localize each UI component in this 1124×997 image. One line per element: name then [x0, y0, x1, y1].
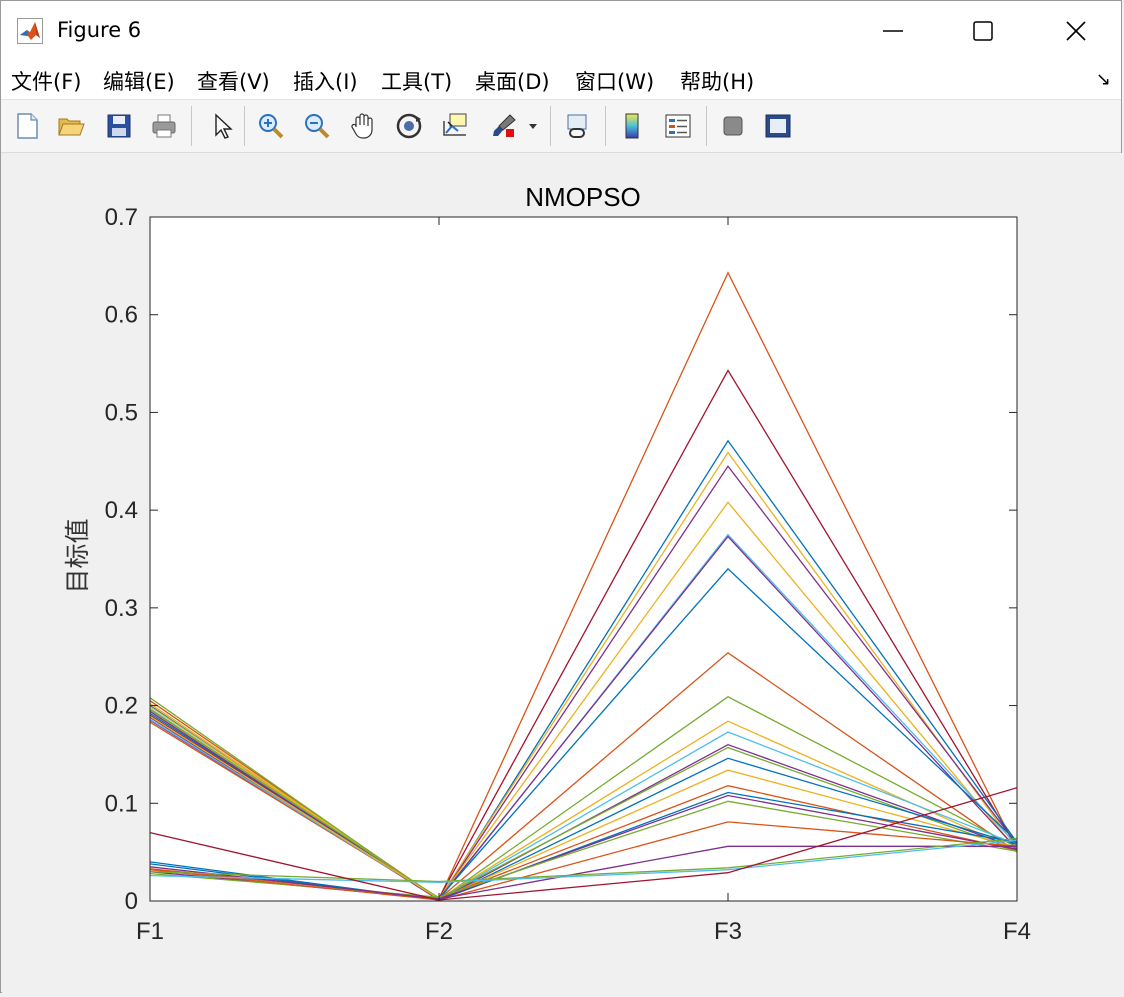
menu-view[interactable]: 查看(V)	[197, 66, 270, 96]
maximize-icon	[973, 21, 993, 41]
open-file-icon[interactable]	[53, 108, 89, 144]
window-title: Figure 6	[57, 18, 142, 42]
y-tick-label: 0	[125, 888, 138, 915]
close-icon	[1066, 21, 1086, 41]
toolbar-separator	[244, 106, 245, 146]
toolbar	[1, 100, 1121, 153]
zoom-in-icon[interactable]	[253, 108, 289, 144]
x-tick-label: F4	[1003, 918, 1031, 945]
data-cursor-icon[interactable]	[437, 108, 473, 144]
menu-help[interactable]: 帮助(H)	[680, 66, 754, 96]
y-tick-label: 0.3	[105, 595, 138, 622]
menu-desktop[interactable]: 桌面(D)	[475, 66, 550, 96]
toolbar-separator	[605, 106, 606, 146]
matlab-logo-icon	[17, 18, 43, 44]
maximize-button[interactable]	[955, 1, 1011, 61]
menu-window[interactable]: 窗口(W)	[575, 66, 654, 96]
toolbar-separator	[706, 106, 707, 146]
line-chart[interactable]: NMOPSO 目标值 0 0.1 0.2 0.3 0.4 0.5 0.6 0.7 F1 F2 F3 F…	[2, 153, 1122, 993]
y-tick-label: 0.7	[105, 204, 138, 231]
x-tick-label: F3	[714, 918, 742, 945]
figure-window: Figure 6 文件(F) 编辑(E) 查看(V) 插入(I) 工具(T) 桌…	[0, 0, 1122, 993]
menu-edit[interactable]: 编辑(E)	[103, 66, 175, 96]
y-tick-label: 0.2	[105, 693, 138, 720]
brush-icon[interactable]	[485, 108, 521, 144]
y-tick-label: 0.4	[105, 497, 138, 524]
new-figure-icon[interactable]	[9, 108, 45, 144]
hide-plot-tools-icon[interactable]	[715, 108, 751, 144]
toolbar-separator	[191, 106, 192, 146]
close-button[interactable]	[1048, 1, 1104, 61]
zoom-out-icon[interactable]	[299, 108, 335, 144]
colorbar-icon[interactable]	[614, 108, 650, 144]
minimize-button[interactable]	[865, 1, 921, 61]
toolbar-separator	[550, 106, 551, 146]
menu-file[interactable]: 文件(F)	[11, 66, 81, 96]
brush-dropdown-icon[interactable]	[523, 108, 543, 144]
show-plot-tools-icon[interactable]	[760, 108, 796, 144]
pointer-icon[interactable]	[203, 108, 239, 144]
save-icon[interactable]	[101, 108, 137, 144]
y-tick-label: 0.6	[105, 302, 138, 329]
legend-icon[interactable]	[660, 108, 696, 144]
x-tick-label: F2	[425, 918, 453, 945]
rotate-3d-icon[interactable]	[391, 108, 427, 144]
minimize-icon	[883, 30, 903, 32]
title-bar: Figure 6	[1, 1, 1121, 61]
chart-title: NMOPSO	[525, 182, 641, 212]
link-plot-icon[interactable]	[559, 108, 595, 144]
menu-tools[interactable]: 工具(T)	[381, 66, 452, 96]
figure-canvas: NMOPSO 目标值 0 0.1 0.2 0.3 0.4 0.5 0.6 0.7 F1 F2 F3 F…	[2, 153, 1122, 993]
y-tick-label: 0.1	[105, 790, 138, 817]
x-tick-label: F1	[136, 918, 164, 945]
pan-icon[interactable]	[345, 108, 381, 144]
menu-bar: 文件(F) 编辑(E) 查看(V) 插入(I) 工具(T) 桌面(D) 窗口(W…	[1, 61, 1121, 100]
y-axis-label: 目标值	[63, 518, 92, 593]
print-icon[interactable]	[146, 108, 182, 144]
dock-arrow-icon[interactable]: ↘	[1096, 69, 1111, 90]
menu-insert[interactable]: 插入(I)	[293, 66, 358, 96]
y-tick-label: 0.5	[105, 399, 138, 426]
